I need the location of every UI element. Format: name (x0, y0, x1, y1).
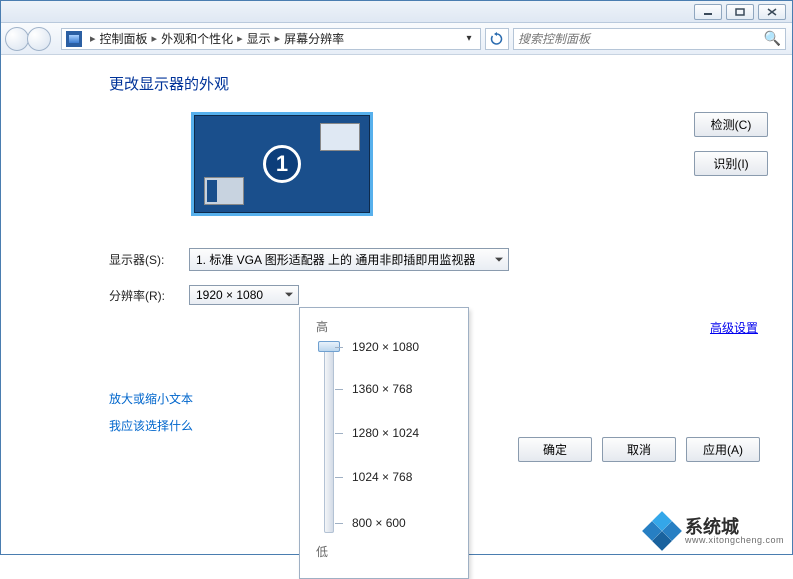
navbar: ▸ 控制面板 ▸ 外观和个性化 ▸ 显示 ▸ 屏幕分辨率 ▾ 🔍 (1, 23, 792, 55)
slider-tick (335, 523, 343, 524)
forward-button[interactable] (27, 27, 51, 51)
back-button[interactable] (5, 27, 29, 51)
chevron-right-icon: ▸ (90, 32, 96, 45)
slider-tick (335, 477, 343, 478)
res-option-3[interactable]: 1024 × 768 (352, 470, 412, 484)
preview-window-icon (204, 177, 244, 205)
titlebar (1, 1, 792, 23)
watermark-url: www.xitongcheng.com (685, 536, 784, 545)
watermark-logo-icon (645, 514, 679, 548)
res-option-1[interactable]: 1360 × 768 (352, 382, 412, 396)
breadcrumb-dropdown[interactable]: ▾ (462, 33, 476, 44)
action-buttons: 确定 取消 应用(A) (518, 437, 770, 462)
resolution-popup[interactable]: 高 1920 × 1080 1360 × 768 1280 × 1024 102… (299, 307, 469, 579)
res-low-label: 低 (316, 543, 460, 560)
res-option-0[interactable]: 1920 × 1080 (352, 340, 419, 354)
identify-button[interactable]: 识别(I) (694, 151, 768, 176)
display-label: 显示器(S): (109, 251, 189, 268)
refresh-icon (490, 32, 504, 46)
close-button[interactable] (758, 4, 786, 20)
res-high-label: 高 (316, 318, 460, 335)
crumb-0[interactable]: 控制面板 (98, 30, 150, 47)
resolution-combo[interactable]: 1920 × 1080 (189, 285, 299, 305)
resolution-slider[interactable]: 1920 × 1080 1360 × 768 1280 × 1024 1024 … (318, 345, 460, 533)
slider-tick (335, 347, 343, 348)
detect-button[interactable]: 检测(C) (694, 112, 768, 137)
control-panel-icon (66, 31, 82, 47)
search-box[interactable]: 🔍 (513, 28, 786, 50)
nav-back-forward[interactable] (5, 26, 57, 52)
crumb-2[interactable]: 显示 (245, 30, 273, 47)
apply-button[interactable]: 应用(A) (686, 437, 760, 462)
res-option-2[interactable]: 1280 × 1024 (352, 426, 419, 440)
preview-window-icon (320, 123, 360, 151)
crumb-1[interactable]: 外观和个性化 (159, 30, 235, 47)
resolution-label: 分辨率(R): (109, 287, 189, 304)
res-option-4[interactable]: 800 × 600 (352, 516, 406, 530)
page-title: 更改显示器的外观 (109, 73, 768, 94)
search-icon[interactable]: 🔍 (764, 30, 781, 47)
slider-rail (324, 345, 334, 533)
chevron-right-icon: ▸ (275, 32, 281, 45)
watermark-name: 系统城 (685, 518, 784, 536)
slider-tick (335, 389, 343, 390)
crumb-3[interactable]: 屏幕分辨率 (282, 30, 346, 47)
refresh-button[interactable] (485, 28, 509, 50)
chevron-right-icon: ▸ (152, 32, 158, 45)
chevron-right-icon: ▸ (237, 32, 243, 45)
search-input[interactable] (518, 32, 764, 46)
display-preview[interactable]: 1 (191, 112, 373, 216)
ok-button[interactable]: 确定 (518, 437, 592, 462)
advanced-settings-link[interactable]: 高级设置 (710, 321, 758, 335)
watermark: 系统城 www.xitongcheng.com (645, 514, 784, 548)
monitor-number: 1 (263, 145, 301, 183)
minimize-button[interactable] (694, 4, 722, 20)
slider-tick (335, 433, 343, 434)
cancel-button[interactable]: 取消 (602, 437, 676, 462)
display-combo[interactable]: 1. 标准 VGA 图形适配器 上的 通用非即插即用监视器 (189, 248, 509, 271)
maximize-button[interactable] (726, 4, 754, 20)
breadcrumb[interactable]: ▸ 控制面板 ▸ 外观和个性化 ▸ 显示 ▸ 屏幕分辨率 ▾ (61, 28, 481, 50)
